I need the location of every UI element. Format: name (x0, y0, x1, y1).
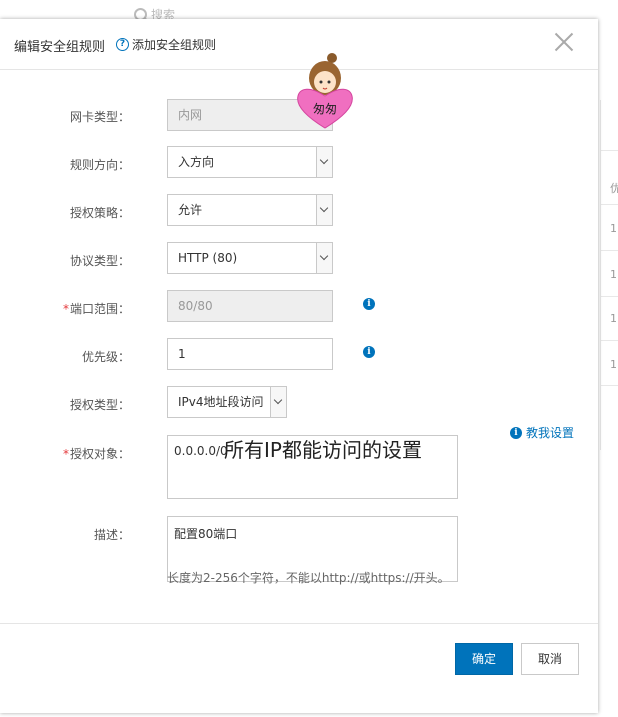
description-label: 描述： (93, 528, 130, 542)
tutorial-link[interactable]: i 教我设置 (510, 424, 574, 441)
required-marker: * (62, 302, 69, 316)
dialog-footer-divider (0, 623, 598, 624)
sticker-text: 匆匆 (313, 102, 337, 116)
description-hint: 长度为2-256个字符，不能以http://或https://开头。 (167, 571, 450, 585)
protocol-select[interactable]: HTTP (80) (167, 242, 333, 274)
background-table-cell: 1 (610, 268, 617, 281)
background-table-divider (600, 340, 618, 341)
direction-label: 规则方向： (69, 158, 130, 172)
nic-type-label: 网卡类型： (69, 110, 130, 124)
tutorial-link-label: 教我设置 (526, 426, 575, 440)
auth-type-select[interactable]: IPv4地址段访问 (167, 386, 287, 418)
info-icon[interactable]: i (363, 346, 375, 358)
port-range-label: *端口范围： (62, 302, 130, 316)
chevron-down-icon (316, 147, 332, 177)
chevron-down-icon (316, 195, 332, 225)
auth-type-label: 授权类型： (69, 398, 130, 412)
policy-select[interactable]: 允许 (167, 194, 333, 226)
cartoon-girl-sticker: 匆匆 (294, 50, 356, 130)
priority-label: 优先级： (81, 350, 130, 364)
protocol-label: 协议类型： (69, 254, 130, 268)
info-icon: i (510, 426, 522, 439)
background-table-divider (600, 385, 618, 386)
background-table-cell: 1 (610, 358, 617, 371)
priority-input[interactable]: 1 (167, 338, 333, 370)
auth-object-label: *授权对象： (62, 447, 130, 461)
background-table-divider (600, 296, 618, 297)
background-table-cell: 1 (610, 222, 617, 235)
background-table-divider (600, 250, 618, 251)
background-table-cell: 1 (610, 312, 617, 325)
cancel-button[interactable]: 取消 (521, 643, 579, 675)
add-rule-help-link[interactable]: ? 添加安全组规则 (116, 36, 216, 53)
background-table-header: 优 (610, 182, 618, 195)
dialog-title: 编辑安全组规则 (14, 40, 106, 55)
close-icon[interactable] (553, 31, 575, 53)
help-link-label: 添加安全组规则 (132, 38, 217, 52)
chevron-down-icon (316, 243, 332, 273)
background-table-divider (600, 150, 618, 151)
overlay-annotation: 所有IP都能访问的设置 (224, 438, 422, 462)
policy-label: 授权策略： (69, 206, 130, 220)
info-icon[interactable]: i (363, 298, 375, 310)
required-marker: * (62, 447, 69, 461)
port-range-input: 80/80 (167, 290, 333, 322)
background-table-divider (600, 204, 618, 205)
chevron-down-icon (270, 387, 286, 417)
confirm-button[interactable]: 确定 (455, 643, 513, 675)
question-icon: ? (116, 38, 129, 51)
direction-select[interactable]: 入方向 (167, 146, 333, 178)
